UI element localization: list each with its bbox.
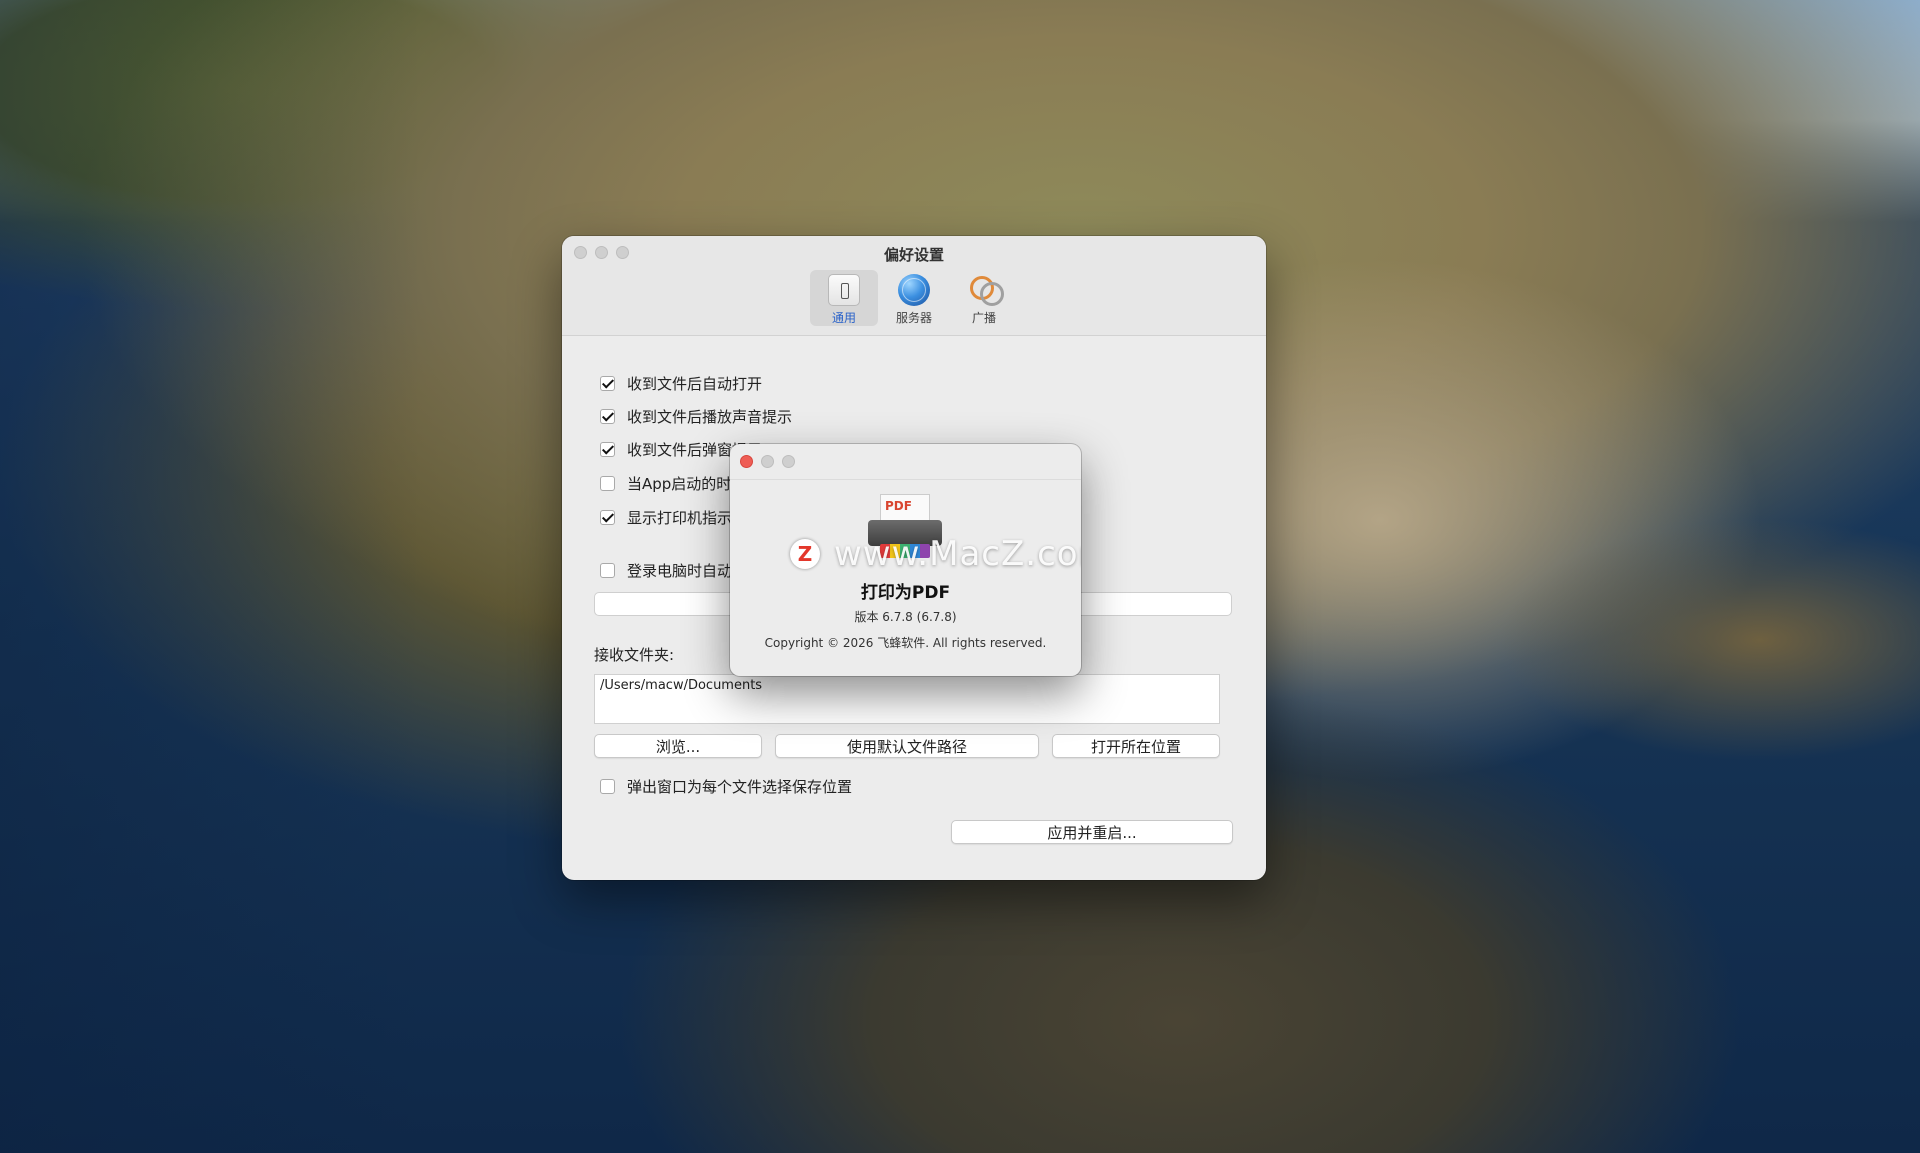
option-label: 弹出窗口为每个文件选择保存位置 (627, 778, 853, 796)
watermark: Z www.MacZ.com (790, 534, 1081, 574)
tab-label: 通用 (831, 311, 856, 325)
option-label: 登录电脑时自动 (627, 562, 733, 580)
default-path-button[interactable]: 使用默认文件路径 (775, 734, 1039, 758)
checkbox[interactable] (600, 476, 615, 491)
window-controls (740, 455, 795, 468)
browse-button[interactable]: 浏览... (594, 734, 762, 758)
checkbox[interactable] (600, 442, 615, 457)
option-auto-open[interactable]: 收到文件后自动打开 (600, 373, 762, 394)
apply-restart-button[interactable]: 应用并重启... (951, 820, 1233, 844)
folder-path-field[interactable]: /Users/macw/Documents (594, 674, 1220, 724)
option-label: 收到文件后播放声音提示 (627, 408, 793, 426)
option-printer-indicator[interactable]: 显示打印机指示 (600, 507, 732, 528)
about-titlebar (730, 444, 1081, 480)
broadcast-icon (968, 274, 1004, 306)
checkbox[interactable] (600, 563, 615, 578)
about-window: PDF 打印为PDF 版本 6.7.8 (6.7.8) Copyright © … (730, 444, 1081, 676)
option-login-launch[interactable]: 登录电脑时自动 (600, 560, 732, 581)
tab-server[interactable]: 服务器 (880, 270, 948, 326)
app-version: 版本 6.7.8 (6.7.8) (854, 610, 957, 624)
folder-label: 接收文件夹: (594, 646, 675, 664)
globe-server-icon (898, 274, 930, 306)
option-label: 收到文件后自动打开 (627, 375, 763, 393)
zoom-button[interactable] (782, 455, 795, 468)
app-copyright: Copyright © 2026 飞蜂软件. All rights reserv… (764, 636, 1047, 650)
preferences-titlebar: 偏好设置 通用 服务器 广播 (562, 236, 1266, 336)
tab-label: 服务器 (895, 311, 932, 325)
checkbox[interactable] (600, 779, 615, 794)
option-sound[interactable]: 收到文件后播放声音提示 (600, 406, 792, 427)
option-app-launch[interactable]: 当App启动的时 (600, 473, 731, 494)
watermark-logo-icon: Z (790, 539, 820, 569)
close-button[interactable] (740, 455, 753, 468)
window-title: 偏好设置 (883, 246, 944, 264)
tab-broadcast[interactable]: 广播 (950, 270, 1018, 326)
minimize-button[interactable] (761, 455, 774, 468)
watermark-text: www.MacZ.com (834, 534, 1081, 574)
icon-text: PDF (885, 499, 912, 513)
checkbox[interactable] (600, 409, 615, 424)
checkbox[interactable] (600, 510, 615, 525)
open-location-button[interactable]: 打开所在位置 (1052, 734, 1220, 758)
option-label: 当App启动的时 (627, 475, 732, 493)
preferences-toolbar: 通用 服务器 广播 (562, 270, 1266, 326)
option-label: 显示打印机指示 (627, 509, 733, 527)
tab-label: 广播 (971, 311, 996, 325)
option-choose-location[interactable]: 弹出窗口为每个文件选择保存位置 (600, 776, 852, 797)
general-switch-icon (828, 274, 860, 306)
app-name: 打印为PDF (860, 583, 951, 603)
tab-general[interactable]: 通用 (810, 270, 878, 326)
checkbox[interactable] (600, 376, 615, 391)
